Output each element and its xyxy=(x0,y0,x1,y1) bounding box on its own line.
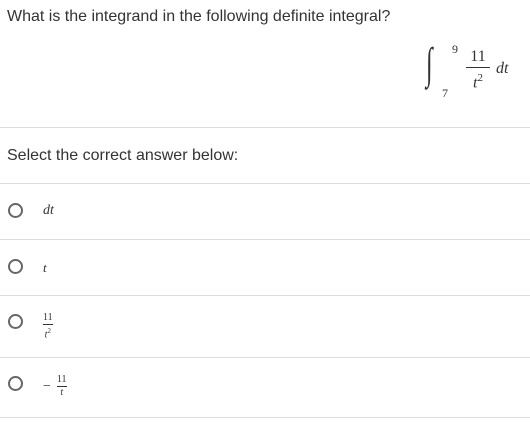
integral-upper-limit: 9 xyxy=(452,42,458,56)
integrand-fraction: 11 t2 xyxy=(466,48,490,92)
option-4-minus-sign: − xyxy=(43,378,51,394)
option-3-expression: 11 t2 xyxy=(43,313,53,340)
option-3-fraction: 11 t2 xyxy=(43,313,53,340)
radio-button-icon[interactable] xyxy=(8,314,23,329)
integral-differential: dt xyxy=(496,60,509,77)
radio-button-icon[interactable] xyxy=(8,376,23,391)
option-3-numerator: 11 xyxy=(43,312,53,323)
integrand-numerator: 11 xyxy=(470,48,486,65)
option-1-text: dt xyxy=(43,203,54,218)
option-4-denominator: t xyxy=(60,387,64,398)
question-text: What is the integrand in the following d… xyxy=(7,8,391,25)
fraction-bar xyxy=(466,67,490,68)
answer-prompt: Select the correct answer below: xyxy=(7,147,239,164)
answer-option-3[interactable]: 11 t2 xyxy=(0,296,530,357)
answer-option-1[interactable]: dt xyxy=(0,184,530,239)
integral-lower-limit: 7 xyxy=(442,86,448,100)
denominator-exponent: 2 xyxy=(477,72,483,84)
fraction-bar xyxy=(43,324,53,325)
integral-expression: ∫ 9 7 11 t2 dt xyxy=(426,39,526,101)
answer-option-2[interactable]: t xyxy=(0,240,530,295)
option-3-denominator-exponent: 2 xyxy=(47,327,51,335)
radio-button-icon[interactable] xyxy=(8,203,23,218)
option-2-text: t xyxy=(43,260,47,275)
radio-button-icon[interactable] xyxy=(8,259,23,274)
divider xyxy=(0,127,530,128)
option-3-denominator: t2 xyxy=(43,326,53,340)
integrand-denominator: t2 xyxy=(466,69,490,92)
answer-option-4[interactable]: − 11 t xyxy=(0,358,530,417)
option-4-numerator: 11 xyxy=(56,374,67,385)
option-4-fraction: 11 t xyxy=(56,374,67,398)
divider xyxy=(0,417,530,418)
option-4-expression: − 11 t xyxy=(43,375,67,398)
integral-sign-icon: ∫ xyxy=(426,39,433,88)
